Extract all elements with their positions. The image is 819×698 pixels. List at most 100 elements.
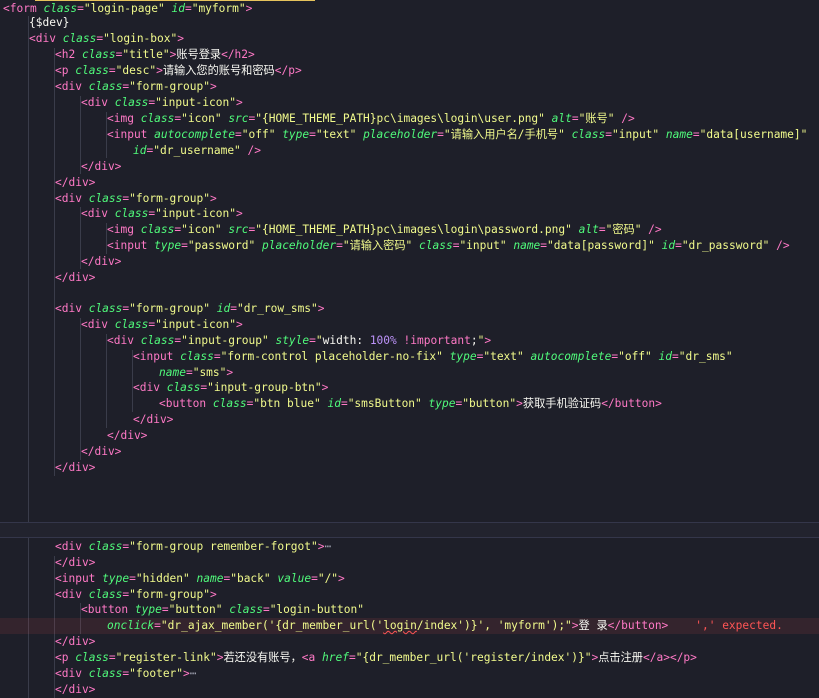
- code-token: >: [209, 80, 217, 93]
- code-token: =: [672, 350, 679, 363]
- code-line[interactable]: onclick="dr_ajax_member('{dr_member_url(…: [107, 618, 783, 634]
- code-line[interactable]: <p class="register-link">若还没有账号，<a href=…: [55, 650, 697, 666]
- code-token: class: [88, 80, 123, 93]
- code-token: </div>: [81, 445, 122, 458]
- code-token: =: [181, 239, 188, 252]
- code-token: <div: [81, 207, 108, 220]
- code-token: "text": [483, 350, 524, 363]
- code-line[interactable]: name="sms">: [159, 365, 233, 381]
- code-line[interactable]: <div class="form-group" id="dr_row_sms">: [55, 301, 325, 317]
- code-token: "input-group": [181, 334, 269, 347]
- code-line[interactable]: <div class="input-icon">: [81, 206, 243, 222]
- code-token: >: [245, 2, 253, 15]
- code-token: =: [340, 397, 348, 410]
- code-line[interactable]: <input type="hidden" name="back" value="…: [55, 571, 345, 587]
- code-token: <div: [55, 192, 82, 205]
- code-line[interactable]: <div class="footer">⋯: [55, 666, 197, 682]
- code-editor[interactable]: <form class="login-page" id="myform"> {$d…: [0, 0, 819, 698]
- code-token: type: [154, 239, 182, 252]
- code-token: form: [9, 2, 37, 15]
- code-line[interactable]: <p class="desc">请输入您的账号和密码</p>: [55, 63, 302, 79]
- code-token: >: [209, 588, 217, 601]
- code-line[interactable]: <div class="form-group">: [55, 79, 217, 95]
- code-token: 获取手机验证码: [522, 397, 602, 410]
- code-token: =: [108, 64, 116, 77]
- code-line[interactable]: <input class="form-control placeholder-n…: [133, 349, 733, 365]
- code-line[interactable]: </div>: [107, 428, 147, 444]
- code-line[interactable]: </div>: [55, 634, 95, 650]
- code-line[interactable]: <div class="form-group">: [55, 191, 217, 207]
- code-token: "login-page": [83, 2, 165, 15]
- code-token: =: [675, 239, 682, 252]
- code-token: src: [228, 223, 249, 236]
- code-line[interactable]: {$dev}: [29, 15, 69, 31]
- code-token: id: [661, 239, 676, 252]
- code-token: </div>: [55, 176, 96, 189]
- code-line[interactable]: <h2 class="title">账号登录</h2>: [55, 47, 255, 63]
- code-token: class: [88, 302, 123, 315]
- code-token: class: [88, 667, 123, 680]
- code-line[interactable]: <div class="input-group" style="width: 1…: [107, 333, 491, 349]
- code-token: </button>: [601, 397, 662, 410]
- code-line[interactable]: </div>: [133, 412, 173, 428]
- code-line[interactable]: <div class="input-group-btn">: [133, 380, 328, 396]
- code-token: "login-button": [269, 603, 364, 616]
- code-token: <p: [55, 64, 69, 77]
- code-token: >: [235, 318, 243, 331]
- code-token: "data[username]": [699, 128, 808, 141]
- code-token: <a: [301, 651, 316, 664]
- code-token: <input: [107, 128, 148, 141]
- code-line[interactable]: </div>: [55, 175, 95, 191]
- code-line[interactable]: <div class="form-group remember-forgot">…: [55, 539, 331, 555]
- code-line[interactable]: <input autocomplete="off" type="text" pl…: [107, 127, 807, 143]
- code-token: id: [216, 302, 231, 315]
- code-token: />: [614, 112, 635, 125]
- code-line[interactable]: <div class="input-icon">: [81, 95, 243, 111]
- code-token: />: [769, 239, 790, 252]
- code-token: !important: [396, 334, 471, 347]
- code-token: type: [449, 350, 477, 363]
- code-token: "text": [315, 128, 357, 141]
- code-token: /index')}', 'myform');": [416, 619, 572, 632]
- code-token: 点击注册: [598, 651, 643, 664]
- code-line[interactable]: </div>: [81, 254, 121, 270]
- error-message: ',' expected.: [695, 619, 783, 632]
- code-token: "input": [612, 128, 660, 141]
- code-line[interactable]: <div class="form-group">: [55, 587, 217, 603]
- code-token: </h2>: [221, 48, 255, 61]
- code-token: </a>: [643, 651, 670, 664]
- code-line[interactable]: <div class="login-box">: [29, 31, 184, 47]
- code-line[interactable]: id="dr_username" />: [133, 143, 261, 159]
- code-token: <p: [55, 651, 69, 664]
- fold-marker: ⋯: [189, 667, 197, 680]
- code-token: class: [212, 397, 247, 410]
- code-line[interactable]: <img class="icon" src="{HOME_THEME_PATH}…: [107, 111, 635, 127]
- code-token: <div: [55, 540, 82, 553]
- code-token: "input-icon": [155, 96, 236, 109]
- code-token: <div: [29, 32, 56, 45]
- code-line[interactable]: <div class="input-icon">: [81, 317, 243, 333]
- code-line[interactable]: </div>: [55, 460, 95, 476]
- code-line[interactable]: <img class="icon" src="{HOME_THEME_PATH}…: [107, 222, 662, 238]
- code-token: "smsButton": [347, 397, 422, 410]
- code-line[interactable]: </div>: [55, 270, 95, 286]
- code-line[interactable]: <input type="password" placeholder="请输入密…: [107, 238, 790, 254]
- code-token: =: [336, 239, 343, 252]
- code-token: <div: [81, 318, 108, 331]
- code-line[interactable]: </div>: [81, 159, 121, 175]
- code-token: <img: [107, 112, 134, 125]
- code-line[interactable]: </div>: [55, 555, 95, 571]
- code-token: 100%: [369, 334, 397, 347]
- code-token: >: [156, 64, 163, 77]
- code-line[interactable]: </div>: [81, 444, 121, 460]
- code-token: <div: [55, 80, 82, 93]
- code-token: </p>: [669, 651, 697, 664]
- code-line[interactable]: </div>: [55, 682, 95, 698]
- code-token: "dr_row_sms": [236, 302, 318, 315]
- code-line[interactable]: <button class="btn blue" id="smsButton" …: [159, 396, 662, 412]
- code-line[interactable]: <button type="button" class="login-butto…: [81, 602, 364, 618]
